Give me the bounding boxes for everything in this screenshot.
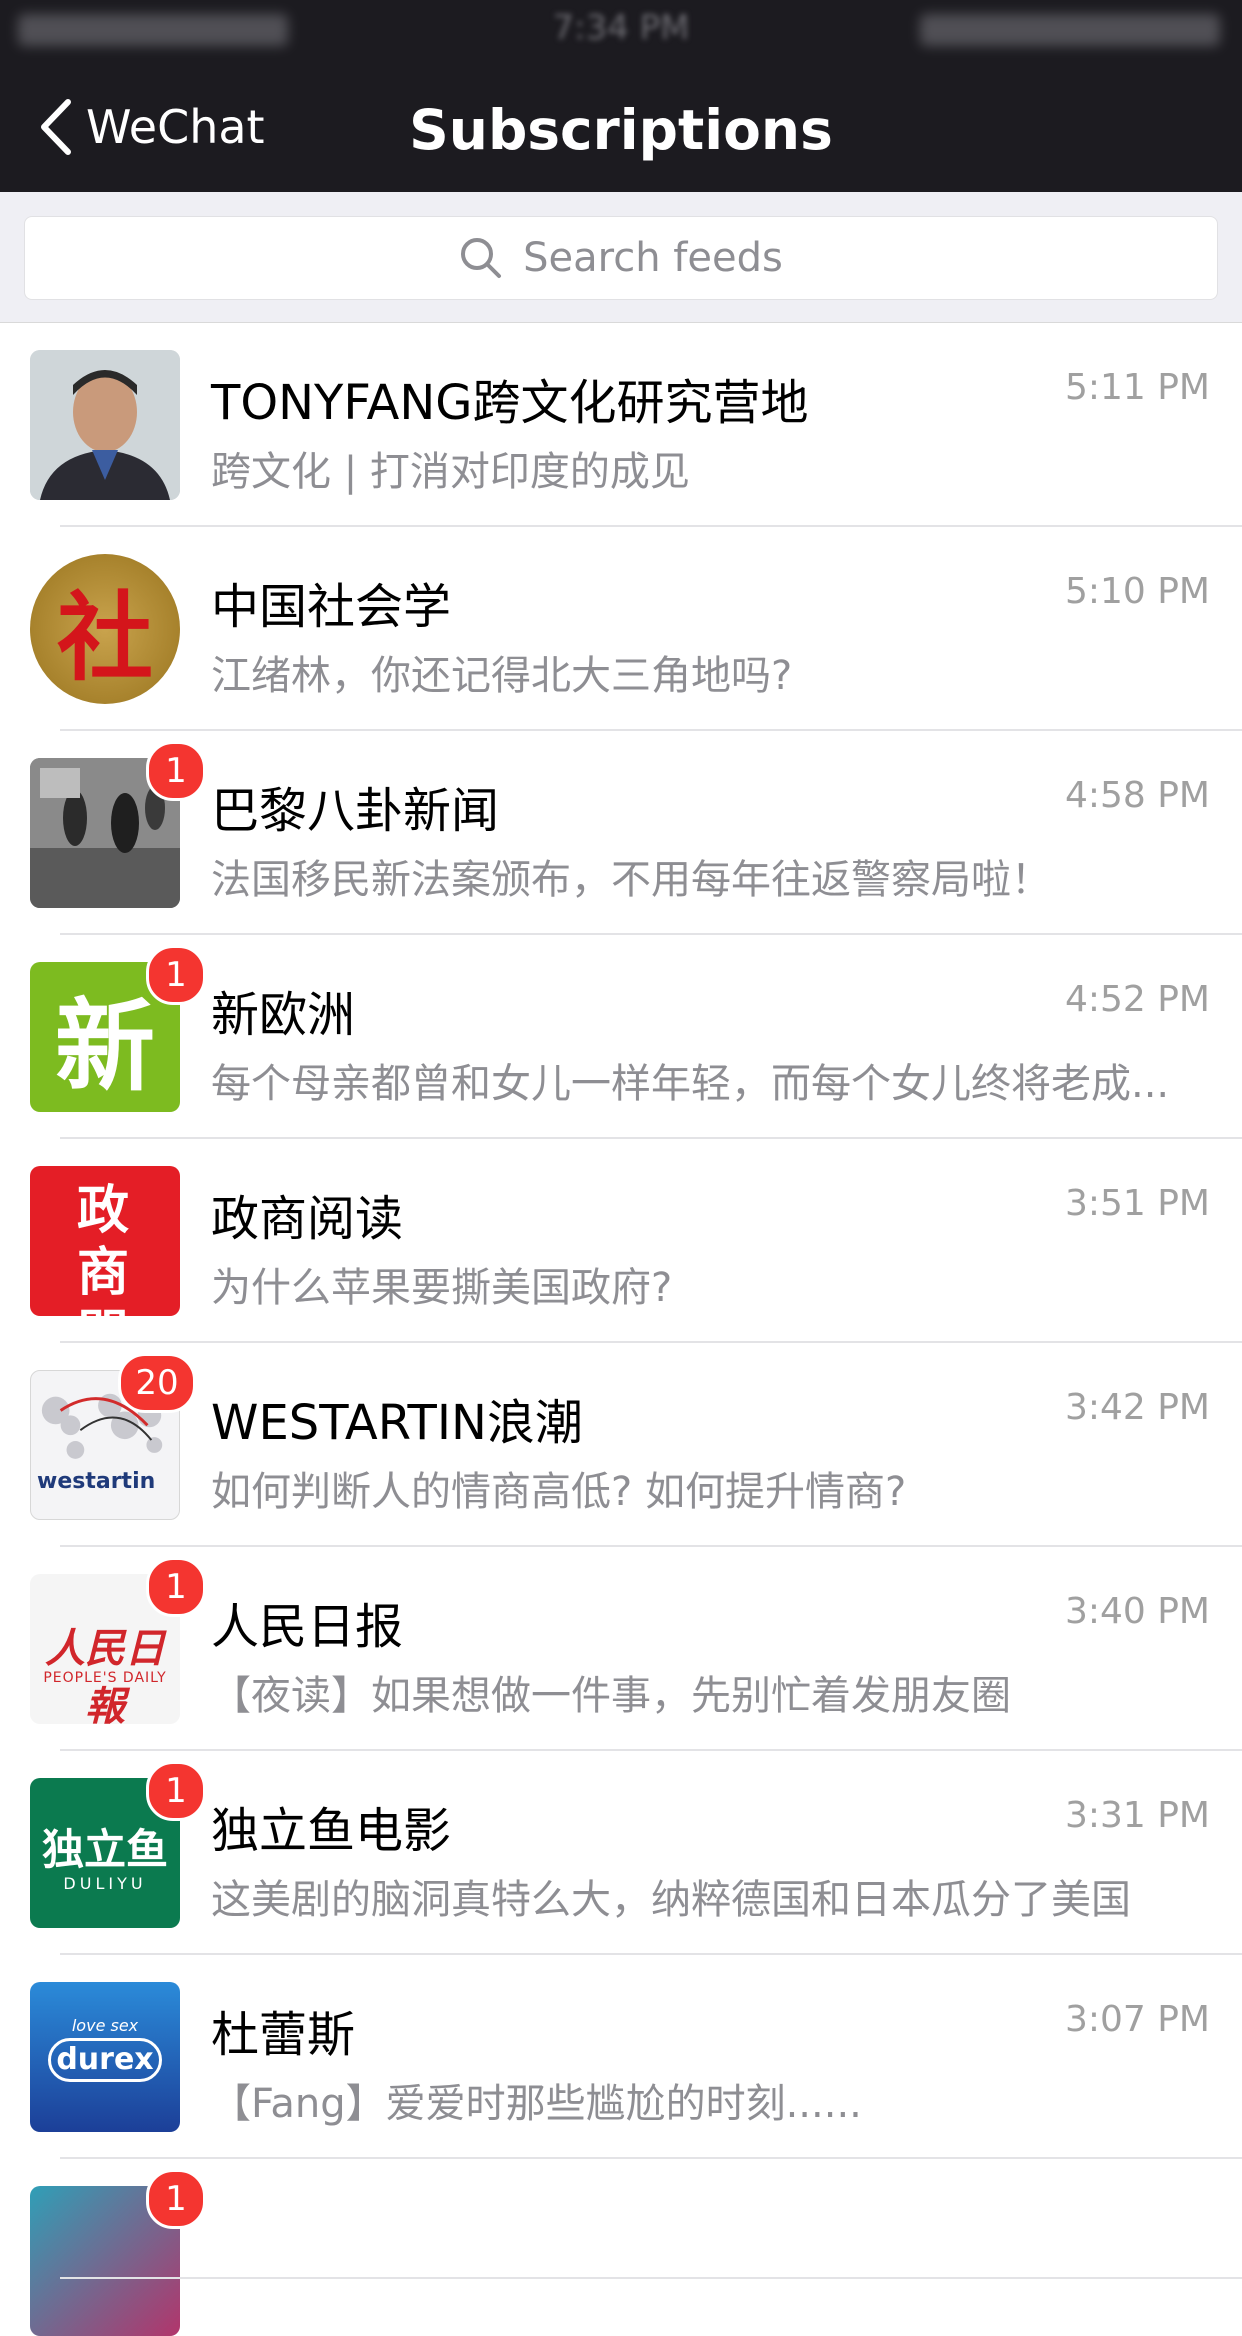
logo-text-chinese: 独立鱼 bbox=[41, 1825, 168, 1874]
feed-item[interactable]: TONYFANG跨文化研究营地 5:11 PM 跨文化 | 打消对印度的成见 bbox=[0, 323, 1242, 527]
feed-item[interactable]: westartin 20 WESTARTIN浪潮 3:42 PM 如何判断人的情… bbox=[0, 1343, 1242, 1547]
feed-name: 政商阅读 bbox=[211, 1191, 404, 1247]
avatar: love sex durex bbox=[30, 1982, 180, 2132]
status-bar: 7:34 PM bbox=[0, 0, 1242, 62]
search-area: Search feeds bbox=[0, 192, 1242, 323]
logo-text: 政商閱讀 bbox=[76, 1180, 133, 1316]
logo-tagline: love sex bbox=[71, 2016, 139, 2035]
feed-time: 5:11 PM bbox=[1064, 367, 1210, 408]
search-icon bbox=[461, 238, 502, 278]
avatar: 政商閱讀 bbox=[30, 1166, 180, 1316]
feed-item[interactable]: 独立鱼 DULIYU 1 独立鱼电影 3:31 PM 这美剧的脑洞真特么大，纳粹… bbox=[0, 1751, 1242, 1955]
feed-time: 3:40 PM bbox=[1064, 1591, 1210, 1632]
feed-time: 3:51 PM bbox=[1064, 1183, 1210, 1224]
feed-list: TONYFANG跨文化研究营地 5:11 PM 跨文化 | 打消对印度的成见 社… bbox=[0, 323, 1242, 2336]
search-placeholder: Search feeds bbox=[523, 235, 783, 281]
feed-item[interactable]: 社 中国社会学 5:10 PM 江绪林，你还记得北大三角地吗? bbox=[0, 527, 1242, 731]
feed-preview: 跨文化 | 打消对印度的成见 bbox=[211, 449, 690, 495]
unread-badge: 1 bbox=[146, 945, 206, 1005]
logo-text-english: PEOPLE'S DAILY bbox=[43, 1670, 167, 1686]
feed-item-partial[interactable]: 1 bbox=[0, 2159, 1242, 2336]
logo-wordmark: durex bbox=[48, 2038, 162, 2082]
unread-badge: 1 bbox=[146, 741, 206, 801]
logo-wordmark: westartin bbox=[37, 1469, 156, 1494]
feed-name: 独立鱼电影 bbox=[211, 1803, 452, 1859]
feed-item[interactable]: 人民日報 PEOPLE'S DAILY 1 人民日报 3:40 PM 【夜读】如… bbox=[0, 1547, 1242, 1751]
feed-item[interactable]: 1 巴黎八卦新闻 4:58 PM 法国移民新法案颁布，不用每年往返警察局啦！ bbox=[0, 731, 1242, 935]
feed-time: 3:42 PM bbox=[1064, 1387, 1210, 1428]
feed-time: 3:07 PM bbox=[1064, 1999, 1210, 2040]
feed-name: TONYFANG跨文化研究营地 bbox=[211, 375, 809, 431]
page-title: Subscriptions bbox=[409, 98, 833, 162]
feed-preview: 江绪林，你还记得北大三角地吗? bbox=[211, 653, 793, 699]
feed-name: WESTARTIN浪潮 bbox=[211, 1395, 583, 1451]
feed-name: 杜蕾斯 bbox=[211, 2007, 356, 2063]
feed-preview: 这美剧的脑洞真特么大，纳粹德国和日本瓜分了美国 bbox=[211, 1877, 1131, 1923]
feed-item[interactable]: 政商閱讀 政商阅读 3:51 PM 为什么苹果要撕美国政府? bbox=[0, 1139, 1242, 1343]
feed-name: 巴黎八卦新闻 bbox=[211, 783, 500, 839]
feed-name: 新欧洲 bbox=[211, 987, 356, 1043]
person-photo-icon bbox=[30, 350, 180, 500]
feed-preview: 法国移民新法案颁布，不用每年往返警察局啦！ bbox=[211, 857, 1051, 903]
unread-badge: 20 bbox=[118, 1353, 196, 1413]
unread-badge: 1 bbox=[146, 1761, 206, 1821]
navigation-bar: WeChat Subscriptions bbox=[0, 62, 1242, 192]
feed-name: 人民日报 bbox=[211, 1599, 404, 1655]
unread-badge: 1 bbox=[146, 2169, 206, 2229]
seal-character: 社 bbox=[57, 580, 153, 694]
search-input[interactable]: Search feeds bbox=[24, 216, 1218, 300]
battery-blurred bbox=[920, 14, 1220, 46]
avatar bbox=[30, 350, 180, 500]
feed-preview: 如何判断人的情商高低? 如何提升情商? bbox=[211, 1469, 907, 1515]
feed-item[interactable]: 新 1 新欧洲 4:52 PM 每个母亲都曾和女儿一样年轻，而每个女儿终将老成.… bbox=[0, 935, 1242, 1139]
feed-time: 3:31 PM bbox=[1064, 1795, 1210, 1836]
feed-item[interactable]: love sex durex 杜蕾斯 3:07 PM 【Fang】爱爱时那些尴尬… bbox=[0, 1955, 1242, 2159]
feed-preview: 每个母亲都曾和女儿一样年轻，而每个女儿终将老成... bbox=[211, 1061, 1170, 1107]
feed-preview: 【夜读】如果想做一件事，先别忙着发朋友圈 bbox=[211, 1673, 1011, 1719]
feed-time: 4:58 PM bbox=[1064, 775, 1210, 816]
avatar: 社 bbox=[30, 554, 180, 704]
feed-preview: 【Fang】爱爱时那些尴尬的时刻...... bbox=[211, 2081, 862, 2127]
feed-name: 中国社会学 bbox=[211, 579, 452, 635]
logo-text-english: DULIYU bbox=[63, 1874, 147, 1893]
feed-time: 5:10 PM bbox=[1064, 571, 1210, 612]
feed-preview: 为什么苹果要撕美国政府? bbox=[211, 1265, 673, 1311]
unread-badge: 1 bbox=[146, 1557, 206, 1617]
feed-time: 4:52 PM bbox=[1064, 979, 1210, 1020]
